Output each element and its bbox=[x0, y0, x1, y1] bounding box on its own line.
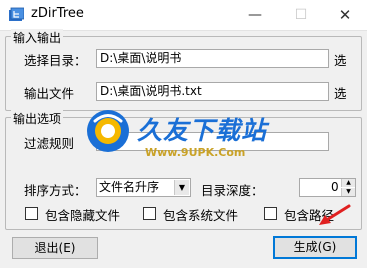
folder-tree-app-icon bbox=[9, 7, 24, 21]
out-input[interactable]: D:\桌面\说明书.txt bbox=[96, 82, 329, 101]
io-group-title: 输入输出 bbox=[11, 29, 64, 46]
maximize-button[interactable]: ☐ bbox=[292, 6, 310, 24]
dir-label: 选择目录： bbox=[24, 53, 87, 68]
filter-label: 过滤规则 bbox=[24, 136, 75, 151]
spin-down-icon[interactable]: ▼ bbox=[341, 188, 355, 196]
generate-button[interactable]: 生成(G) bbox=[273, 236, 357, 259]
out-select-button[interactable]: 选 bbox=[334, 83, 347, 102]
sort-select-value: 文件名升序 bbox=[99, 180, 160, 194]
chevron-down-icon[interactable]: ▼ bbox=[174, 180, 189, 195]
depth-label: 目录深度： bbox=[201, 183, 264, 198]
include-path-checkbox[interactable] bbox=[264, 207, 277, 220]
site-logo-icon bbox=[87, 110, 129, 152]
minimize-button[interactable]: — bbox=[246, 6, 264, 24]
hidden-files-checkbox[interactable] bbox=[25, 207, 38, 220]
hidden-files-label: 包含隐藏文件 bbox=[45, 208, 121, 223]
dir-select-button[interactable]: 选 bbox=[334, 50, 347, 69]
watermark: 久友下载站 Www.9UPK.Com bbox=[85, 108, 290, 170]
sort-select[interactable]: 文件名升序 ▼ bbox=[96, 178, 191, 197]
close-button[interactable]: ✕ bbox=[336, 6, 354, 24]
depth-stepper[interactable]: 0 ▲ ▼ bbox=[299, 178, 356, 197]
system-files-label: 包含系统文件 bbox=[163, 208, 239, 223]
options-group-title: 输出选项 bbox=[11, 110, 64, 127]
out-label: 输出文件 bbox=[24, 86, 75, 101]
system-files-checkbox[interactable] bbox=[143, 207, 156, 220]
dir-input[interactable]: D:\桌面\说明书 bbox=[96, 49, 329, 68]
watermark-name: 久友下载站 bbox=[137, 116, 268, 145]
window-title: zDirTree bbox=[31, 6, 84, 21]
depth-value: 0 bbox=[331, 180, 339, 194]
sort-label: 排序方式： bbox=[24, 183, 87, 198]
watermark-url: Www.9UPK.Com bbox=[145, 146, 246, 159]
spin-up-icon[interactable]: ▲ bbox=[341, 179, 355, 187]
arrow-annotation-icon bbox=[319, 204, 351, 225]
exit-button[interactable]: 退出(E) bbox=[12, 237, 98, 259]
